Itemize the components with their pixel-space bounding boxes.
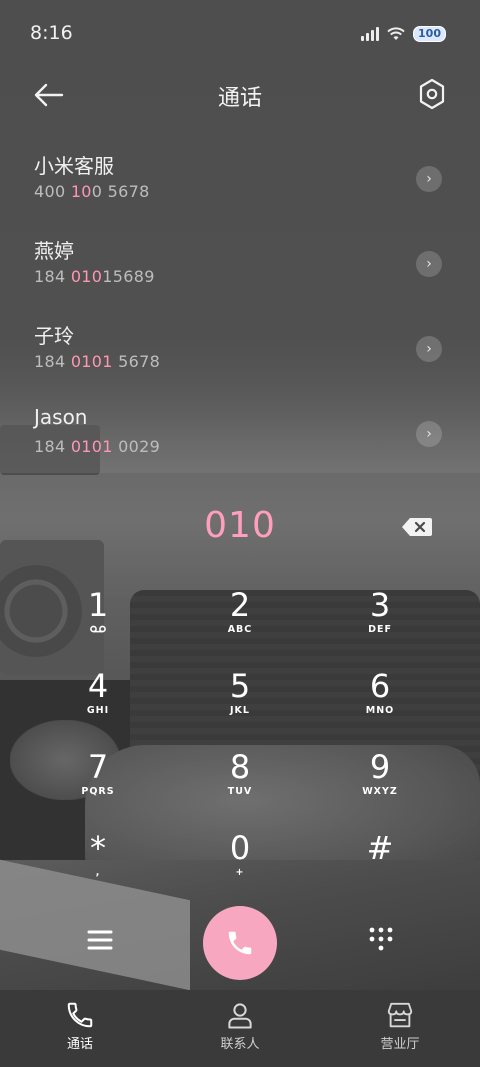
contact-number: 184 0101 5678 <box>34 352 161 371</box>
key-2[interactable]: 2 ABC <box>180 587 300 663</box>
nav-item-store[interactable]: 营业厅 <box>320 990 480 1067</box>
chevron-right-icon[interactable]: › <box>416 166 442 192</box>
key-1[interactable]: 1 <box>38 587 158 663</box>
contact-name: 燕婷 <box>34 239 74 263</box>
keypad-grid-icon[interactable] <box>368 926 394 952</box>
list-item[interactable]: 燕婷 184 01015689 › <box>0 235 480 319</box>
status-bar: 8:16 100 <box>0 0 480 66</box>
list-item[interactable]: Jason 184 0101 0029 › <box>0 405 480 489</box>
contact-name: Jason <box>34 405 88 429</box>
contact-number: 184 01015689 <box>34 267 155 286</box>
store-icon <box>387 1002 413 1028</box>
header: 通话 <box>0 66 480 126</box>
list-item[interactable]: 子玲 184 0101 5678 › <box>0 320 480 404</box>
chevron-right-icon[interactable]: › <box>416 421 442 447</box>
chevron-right-icon[interactable]: › <box>416 251 442 277</box>
bottom-nav: 通话 联系人 营业厅 <box>0 990 480 1067</box>
page-title: 通话 <box>217 86 262 111</box>
nav-label: 通话 <box>66 1037 93 1052</box>
nav-item-contacts[interactable]: 联系人 <box>160 990 320 1067</box>
key-5[interactable]: 5 JKL <box>180 668 300 744</box>
contact-name: 子玲 <box>34 324 74 348</box>
key-0[interactable]: 0 + <box>180 830 300 906</box>
key-6[interactable]: 6 MNO <box>320 668 440 744</box>
signal-icon <box>361 27 380 41</box>
person-icon <box>228 1003 252 1029</box>
list-item[interactable]: 小米客服 400 100 5678 › <box>0 150 480 234</box>
backspace-icon[interactable] <box>402 518 432 536</box>
phone-icon <box>67 1002 93 1028</box>
phone-icon <box>228 931 252 955</box>
nav-label: 营业厅 <box>380 1037 420 1052</box>
key-9[interactable]: 9 WXYZ <box>320 749 440 825</box>
key-7[interactable]: 7 PQRS <box>38 749 158 825</box>
status-time: 8:16 <box>30 22 73 44</box>
contact-number: 184 0101 0029 <box>34 437 161 456</box>
call-button[interactable] <box>203 906 277 980</box>
nav-label: 联系人 <box>220 1037 260 1052</box>
contact-number: 400 100 5678 <box>34 182 150 201</box>
voicemail-icon <box>90 625 106 633</box>
nav-item-calls[interactable]: 通话 <box>0 990 160 1067</box>
key-4[interactable]: 4 GHI <box>38 668 158 744</box>
key-star[interactable]: * , <box>38 830 158 906</box>
key-8[interactable]: 8 TUV <box>180 749 300 825</box>
settings-icon[interactable] <box>418 78 446 110</box>
contact-name: 小米客服 <box>34 154 114 178</box>
battery-indicator: 100 <box>413 26 446 42</box>
wifi-icon <box>387 27 405 40</box>
key-hash[interactable]: # <box>320 830 440 906</box>
menu-icon[interactable] <box>86 928 114 952</box>
chevron-right-icon[interactable]: › <box>416 336 442 362</box>
key-3[interactable]: 3 DEF <box>320 587 440 663</box>
